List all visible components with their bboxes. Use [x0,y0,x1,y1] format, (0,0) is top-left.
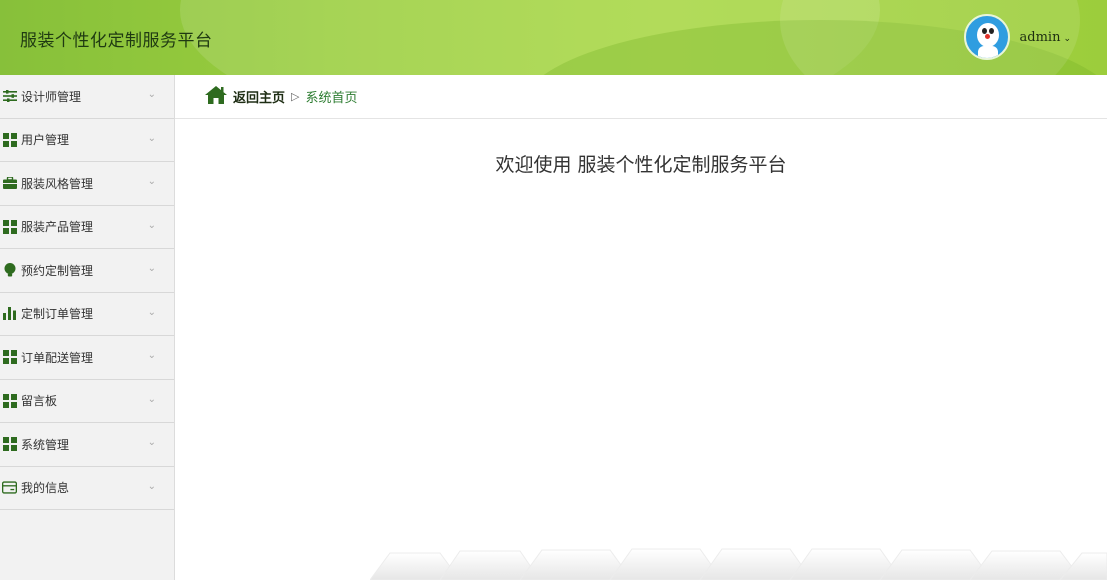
sidebar-item-label: 服装风格管理 [21,176,94,191]
chevron-down-icon: ⌄ [147,350,156,361]
sidebar-item-products[interactable]: 服装产品管理 ⌄ [0,206,174,249]
chevron-down-icon: ⌄ [147,176,156,187]
card-icon [2,480,17,495]
sidebar-item-label: 我的信息 [21,481,70,496]
grid-icon [2,219,17,234]
sidebar-item-delivery[interactable]: 订单配送管理 ⌄ [0,336,174,380]
breadcrumb-current: 系统首页 [305,91,358,106]
app-title: 服装个性化定制服务平台 [20,31,213,51]
top-header: 服装个性化定制服务平台 admin ⌄ [0,0,1107,75]
chevron-down-icon: ⌄ [147,393,156,405]
sidebar-item-my-info[interactable]: 我的信息 ⌄ [0,467,174,510]
sidebar-item-label: 服装产品管理 [21,220,94,235]
grid-icon [2,437,17,452]
user-menu[interactable]: admin ⌄ [963,14,1071,60]
sidebar-item-label: 定制订单管理 [21,307,94,322]
username-dropdown[interactable]: admin ⌄ [1020,30,1071,45]
chevron-down-icon: ⌄ [147,132,156,144]
breadcrumb-separator-icon: ▷ [291,90,300,103]
sidebar-item-orders[interactable]: 定制订单管理 ⌄ [0,293,174,336]
sidebar-item-users[interactable]: 用户管理 ⌄ [0,119,174,162]
sidebar-item-booking[interactable]: 预约定制管理 ⌄ [0,249,174,293]
chevron-down-icon: ⌄ [147,263,156,274]
grid-icon [2,132,17,147]
chevron-down-icon: ⌄ [147,219,156,231]
avatar[interactable] [963,14,1010,60]
back-home-link[interactable]: 返回主页 [233,87,285,106]
chevron-down-icon: ⌄ [147,89,156,100]
sidebar-item-label: 系统管理 [21,437,70,452]
chevron-down-icon: ⌄ [1063,33,1071,44]
grid-icon [2,350,17,365]
breadcrumb: 返回主页 ▷ 系统首页 [175,75,1107,119]
briefcase-icon [2,176,17,191]
chevron-down-icon: ⌄ [147,437,156,448]
sidebar-item-style[interactable]: 服装风格管理 ⌄ [0,162,174,206]
sidebar-item-label: 订单配送管理 [21,350,94,365]
sidebar-item-designer[interactable]: 设计师管理 ⌄ [0,75,174,119]
sidebar-item-system[interactable]: 系统管理 ⌄ [0,423,174,467]
username-label: admin [1019,29,1061,45]
sidebar-item-label: 预约定制管理 [21,263,94,278]
grid-icon [2,393,17,408]
sliders-icon [2,89,17,104]
lightbulb-icon [2,263,17,278]
bottom-tile-decoration [370,545,1107,580]
chevron-down-icon: ⌄ [147,306,156,318]
sidebar-item-messages[interactable]: 留言板 ⌄ [0,380,174,423]
chevron-down-icon: ⌄ [147,480,156,492]
sidebar-item-label: 留言板 [21,394,58,409]
sidebar: 设计师管理 ⌄ 用户管理 ⌄ 服装风格管理 ⌄ 服装产品管理 ⌄ 预约定制管理 … [0,75,175,580]
bar-chart-icon [2,306,17,321]
sidebar-item-label: 设计师管理 [21,89,82,104]
sidebar-item-label: 用户管理 [21,133,70,148]
home-icon[interactable] [205,85,227,108]
welcome-heading: 欢迎使用 服装个性化定制服务平台 [495,154,787,176]
